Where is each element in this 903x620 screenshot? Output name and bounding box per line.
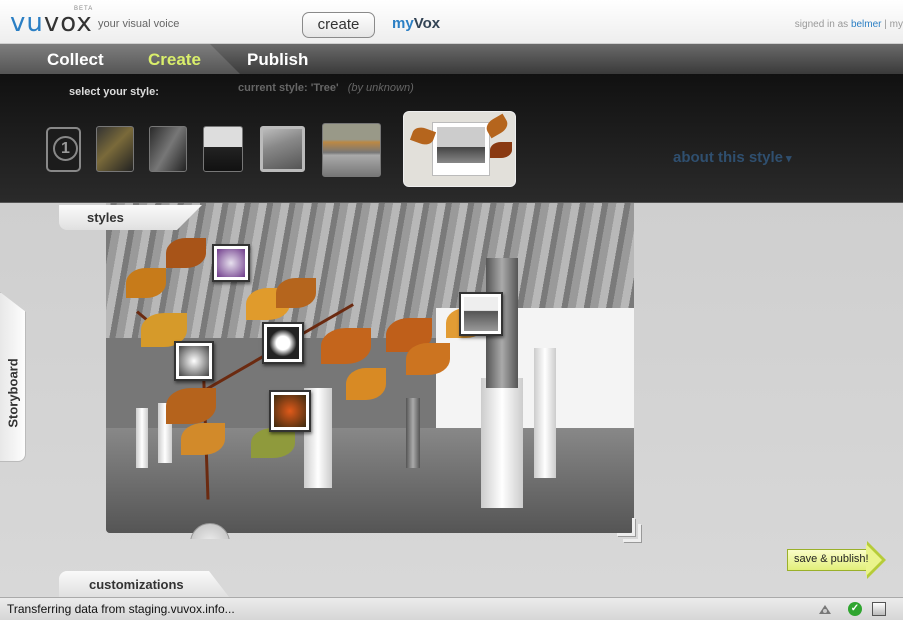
tab-create[interactable]: Create <box>148 50 201 70</box>
customizations-tab[interactable]: customizations <box>59 571 229 597</box>
myvox-suffix: Vox <box>413 15 441 32</box>
photo-pillar <box>481 378 523 508</box>
style-thumb-photo <box>432 122 490 176</box>
nav-active-shape <box>0 44 240 74</box>
page-icon[interactable] <box>872 602 886 616</box>
resize-handle[interactable] <box>617 518 649 550</box>
photo-pillar <box>406 398 420 468</box>
current-style-value: 'Tree' <box>310 82 339 94</box>
status-bar: Transferring data from staging.vuvox.inf… <box>0 597 903 620</box>
photo-pillar <box>534 348 556 478</box>
style-thumb[interactable] <box>149 126 187 172</box>
chevron-down-icon: ▾ <box>786 153 792 165</box>
leaf <box>321 328 371 364</box>
tab-publish[interactable]: Publish <box>247 50 308 70</box>
about-style-link[interactable]: about this style ▾ <box>673 149 792 166</box>
signin-tail[interactable]: | my <box>882 19 903 30</box>
current-style-info: current style: 'Tree' (by unknown) <box>238 82 414 94</box>
app-header: vuvox BETA your visual voice create myVo… <box>0 0 903 44</box>
storyboard-tab[interactable]: Storyboard <box>0 292 26 462</box>
styles-tab[interactable]: styles <box>59 205 202 230</box>
leaf <box>251 428 295 458</box>
myvox-prefix: my <box>392 15 414 32</box>
save-publish-label: save & publish! <box>794 553 869 565</box>
current-style-author: (by unknown) <box>347 82 414 94</box>
vuvox-logo[interactable]: vuvox <box>10 8 93 38</box>
leaf <box>346 368 386 400</box>
current-style-label: current style: <box>238 82 308 94</box>
tree-photo-tulip[interactable] <box>269 390 311 432</box>
about-style-label: about this style <box>673 149 784 166</box>
style-number-icon: 1 <box>53 136 78 161</box>
logo-suffix: vox <box>43 8 93 38</box>
tree-photo-flower[interactable] <box>174 341 214 381</box>
tab-collect[interactable]: Collect <box>47 50 104 70</box>
styles-tab-label: styles <box>87 210 124 225</box>
style-thumb[interactable] <box>260 126 305 172</box>
leaf <box>126 268 166 298</box>
myvox-link[interactable]: myVox <box>392 15 440 32</box>
style-thumb[interactable] <box>322 123 381 177</box>
photo-pillar <box>136 408 148 468</box>
leaf <box>166 388 216 424</box>
style-panel: select your style: current style: 'Tree'… <box>0 74 903 203</box>
logo-prefix: vu <box>10 8 44 38</box>
style-thumb[interactable] <box>203 126 243 172</box>
signed-in-info: signed in as belmer | my <box>795 19 903 30</box>
nav-background <box>210 44 903 74</box>
leaf-icon <box>490 142 512 158</box>
signed-in-label: signed in as <box>794 19 849 30</box>
leaf <box>181 423 225 455</box>
storyboard-tab-label: Storyboard <box>5 358 21 428</box>
leaf <box>166 238 206 268</box>
check-icon[interactable]: ✓ <box>848 602 862 616</box>
tree-photo-rose[interactable] <box>262 322 304 364</box>
style-thumb-numbered[interactable]: 1 <box>46 127 81 172</box>
tree-photo-flower[interactable] <box>212 244 250 282</box>
network-icon[interactable] <box>818 602 832 616</box>
beta-label: BETA <box>74 6 94 12</box>
customizations-tab-label: customizations <box>89 577 184 592</box>
tree-photo-building[interactable] <box>459 292 503 336</box>
save-publish-button[interactable]: save & publish! <box>787 541 887 579</box>
leaf <box>406 343 450 375</box>
select-style-label: select your style: <box>69 86 159 98</box>
main-nav: Collect Create Publish <box>0 44 903 74</box>
leaf <box>276 278 316 308</box>
tagline: your visual voice <box>98 18 180 30</box>
style-thumb-tree-selected[interactable] <box>403 111 516 187</box>
username-link[interactable]: belmer <box>851 19 882 30</box>
status-text: Transferring data from staging.vuvox.inf… <box>7 602 235 616</box>
style-thumb[interactable] <box>96 126 134 172</box>
create-button[interactable]: create <box>302 12 375 38</box>
